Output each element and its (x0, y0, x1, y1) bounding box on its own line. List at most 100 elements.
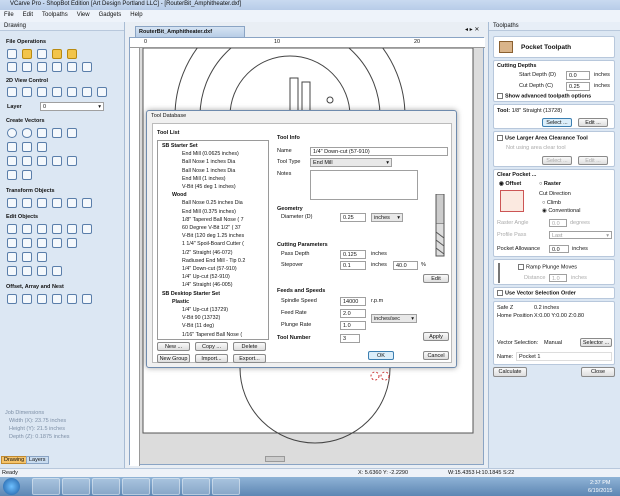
v-icon[interactable] (22, 252, 32, 262)
plunge-rate-input[interactable]: 1.0 (340, 321, 366, 330)
pocket-allowance-input[interactable]: 0.0 (549, 245, 569, 253)
tab-layers[interactable]: Layers (26, 456, 49, 464)
tree-item-tool[interactable]: 1/2" Straight (46-072) (182, 250, 232, 256)
zoom-extents-icon[interactable] (37, 87, 47, 97)
selector-button[interactable]: Selector ... (580, 338, 612, 347)
array-icon[interactable] (22, 294, 32, 304)
bracket-icon[interactable] (22, 266, 32, 276)
tree-item-tool[interactable]: 1/4" Up-cut (52-910) (182, 274, 230, 280)
new-tool-button[interactable]: New ... (157, 342, 190, 351)
import-icon[interactable] (52, 49, 62, 59)
angle-icon[interactable] (7, 252, 17, 262)
tool-edit-button[interactable]: Edit ... (578, 118, 608, 127)
vector-order-checkbox[interactable] (497, 290, 503, 296)
cancel-button[interactable]: Cancel (423, 351, 449, 360)
rotate-icon[interactable] (52, 198, 62, 208)
diameter-input[interactable]: 0.25 (340, 213, 366, 222)
job-setup-icon[interactable] (7, 62, 17, 72)
tab-drawing[interactable]: Drawing (1, 456, 28, 464)
profile-pass-select[interactable]: Last ▾ (549, 231, 612, 239)
larger-edit-button[interactable]: Edit ... (578, 156, 608, 165)
tree-group[interactable]: Plastic (172, 299, 189, 305)
vcarve-icon[interactable] (122, 478, 150, 495)
start-depth-input[interactable]: 0.0 (566, 71, 590, 80)
apply-button[interactable]: Apply (423, 332, 449, 341)
smooth-icon[interactable] (37, 252, 47, 262)
tool-tree[interactable]: SB Starter Set End Mill (0.0625 inches) Ba… (157, 140, 269, 340)
chrome-icon[interactable] (152, 478, 180, 495)
tree-item-tool[interactable]: Ball Nose 0.25 inches Dia (182, 200, 243, 206)
tree-item-tool[interactable]: 1/4" Straight (46-005) (182, 282, 232, 288)
advanced-options-checkbox[interactable] (497, 93, 503, 99)
larger-select-button[interactable]: Select ... (542, 156, 572, 165)
bracket-alt-icon[interactable] (52, 266, 62, 276)
view-3d-icon[interactable] (7, 87, 17, 97)
cut-depth-input[interactable]: 0.25 (566, 82, 590, 91)
rate-units-select[interactable]: inches/sec ▾ (371, 314, 417, 323)
polygon-icon[interactable] (52, 128, 62, 138)
subtract-icon[interactable] (22, 238, 32, 248)
star-icon[interactable] (67, 128, 77, 138)
join-icon[interactable] (82, 224, 92, 234)
spindle-speed-input[interactable]: 14000 (340, 297, 366, 306)
zoom-icon[interactable] (22, 87, 32, 97)
tool-number-stepper[interactable]: 3 (340, 334, 360, 343)
group-icon[interactable] (52, 224, 62, 234)
tool-type-select[interactable]: End Mill ▾ (310, 158, 392, 167)
new-group-button[interactable]: New Group (157, 354, 190, 363)
node-edit-icon[interactable] (22, 224, 32, 234)
redo-icon[interactable] (82, 62, 92, 72)
start-button[interactable] (3, 478, 20, 495)
undo-icon[interactable] (67, 62, 77, 72)
menu-gadgets[interactable]: Gadgets (99, 12, 122, 20)
tree-item-tool[interactable]: Radiused End Mill - Tip 0.2 (182, 258, 245, 264)
conventional-radio[interactable]: ◉ Conventional (542, 208, 580, 214)
raster-radio[interactable]: ○ Raster (539, 181, 561, 187)
app-icon[interactable] (182, 478, 210, 495)
trim-icon[interactable] (37, 238, 47, 248)
paste-icon[interactable] (52, 62, 62, 72)
tree-item-tool[interactable]: 60 Degree V-Bit 1/2" ( 37 (182, 225, 241, 231)
menu-edit[interactable]: Edit (23, 12, 33, 20)
offset-radio[interactable]: ◉ Offset (499, 181, 521, 187)
distort-icon[interactable] (82, 198, 92, 208)
auto-layout-text-icon[interactable] (52, 156, 62, 166)
move-icon[interactable] (7, 198, 17, 208)
copy-along-vector-icon[interactable] (52, 294, 62, 304)
tree-item-tool[interactable]: End Mill (0.375 inches) (182, 209, 236, 215)
text-box-icon[interactable] (22, 156, 32, 166)
tree-item-tool[interactable]: 1/4" Up-cut (13729) (182, 307, 228, 313)
media-player-icon[interactable] (92, 478, 120, 495)
tree-item-tool[interactable]: 1/4" Down-cut (57-910) (182, 266, 237, 272)
tree-item-tool[interactable]: V-Bit (120 deg 1.25 inches (182, 233, 244, 239)
box-icon[interactable] (7, 266, 17, 276)
menu-file[interactable]: File (4, 12, 14, 20)
circular-array-icon[interactable] (37, 294, 47, 304)
menu-help[interactable]: Help (130, 12, 142, 20)
climb-radio[interactable]: ○ Climb (542, 200, 561, 206)
measure-icon[interactable] (22, 170, 32, 180)
polyline-icon[interactable] (7, 142, 17, 152)
menu-view[interactable]: View (77, 12, 90, 20)
internet-explorer-icon[interactable] (32, 478, 60, 495)
ok-button[interactable]: OK (368, 351, 394, 360)
import-bitmap-icon[interactable] (67, 49, 77, 59)
align-icon[interactable] (22, 198, 32, 208)
ramp-distance-input[interactable]: 1.0 (549, 274, 567, 282)
select-icon[interactable] (7, 224, 17, 234)
chevron-icon[interactable] (37, 266, 47, 276)
text-icon[interactable] (7, 156, 17, 166)
nest-parts-icon[interactable] (82, 294, 92, 304)
weld-icon[interactable] (7, 238, 17, 248)
tree-item-tool[interactable]: Ball Nose 1 inches Dia (182, 159, 235, 165)
mirror-icon[interactable] (67, 198, 77, 208)
offset-icon[interactable] (7, 294, 17, 304)
ramp-checkbox[interactable] (518, 264, 524, 270)
scale-icon[interactable] (37, 198, 47, 208)
import-button[interactable]: Import... (195, 354, 228, 363)
menu-toolpaths[interactable]: Toolpaths (42, 12, 68, 20)
nest-icon[interactable] (67, 294, 77, 304)
split-view-icon[interactable] (67, 87, 77, 97)
larger-clearance-checkbox[interactable] (497, 135, 503, 141)
copy-icon[interactable] (37, 62, 47, 72)
